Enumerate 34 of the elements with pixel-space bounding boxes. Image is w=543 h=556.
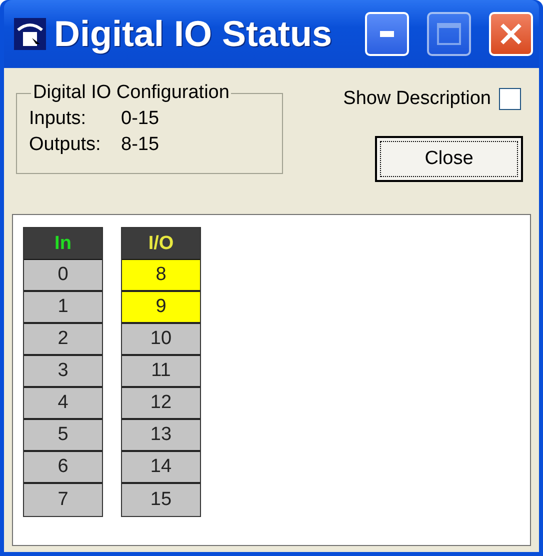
io-cell: 8	[122, 260, 200, 292]
window-title: Digital IO Status	[54, 13, 334, 55]
config-value: 0-15	[121, 108, 160, 130]
io-cell: 5	[24, 420, 102, 452]
checkbox-label: Show Description	[343, 88, 491, 110]
io-cell: 3	[24, 356, 102, 388]
maximize-icon	[437, 23, 461, 45]
io-cell: 9	[122, 292, 200, 324]
group-title: Digital IO Configuration	[32, 82, 230, 104]
config-label: Outputs:	[29, 134, 102, 156]
show-description-checkbox[interactable]	[499, 88, 521, 110]
column-header: I/O	[122, 228, 200, 260]
io-cell: 15	[122, 484, 200, 516]
close-window-button[interactable]	[489, 12, 533, 56]
io-cell: 0	[24, 260, 102, 292]
io-cell: 12	[122, 388, 200, 420]
app-icon	[14, 18, 46, 50]
io-cell: 4	[24, 388, 102, 420]
io-cell: 11	[122, 356, 200, 388]
io-cell: 2	[24, 324, 102, 356]
minimize-button[interactable]	[365, 12, 409, 56]
io-cell: 13	[122, 420, 200, 452]
column-header: In	[24, 228, 102, 260]
maximize-button[interactable]	[427, 12, 471, 56]
io-cell: 7	[24, 484, 102, 516]
config-label: Inputs:	[29, 108, 88, 130]
io-cell: 10	[122, 324, 200, 356]
close-icon	[499, 22, 523, 46]
io-cell: 6	[24, 452, 102, 484]
io-cell: 1	[24, 292, 102, 324]
io-cell: 14	[122, 452, 200, 484]
minimize-icon	[380, 31, 394, 37]
config-value: 8-15	[121, 134, 160, 156]
close-button[interactable]: Close	[375, 136, 523, 182]
